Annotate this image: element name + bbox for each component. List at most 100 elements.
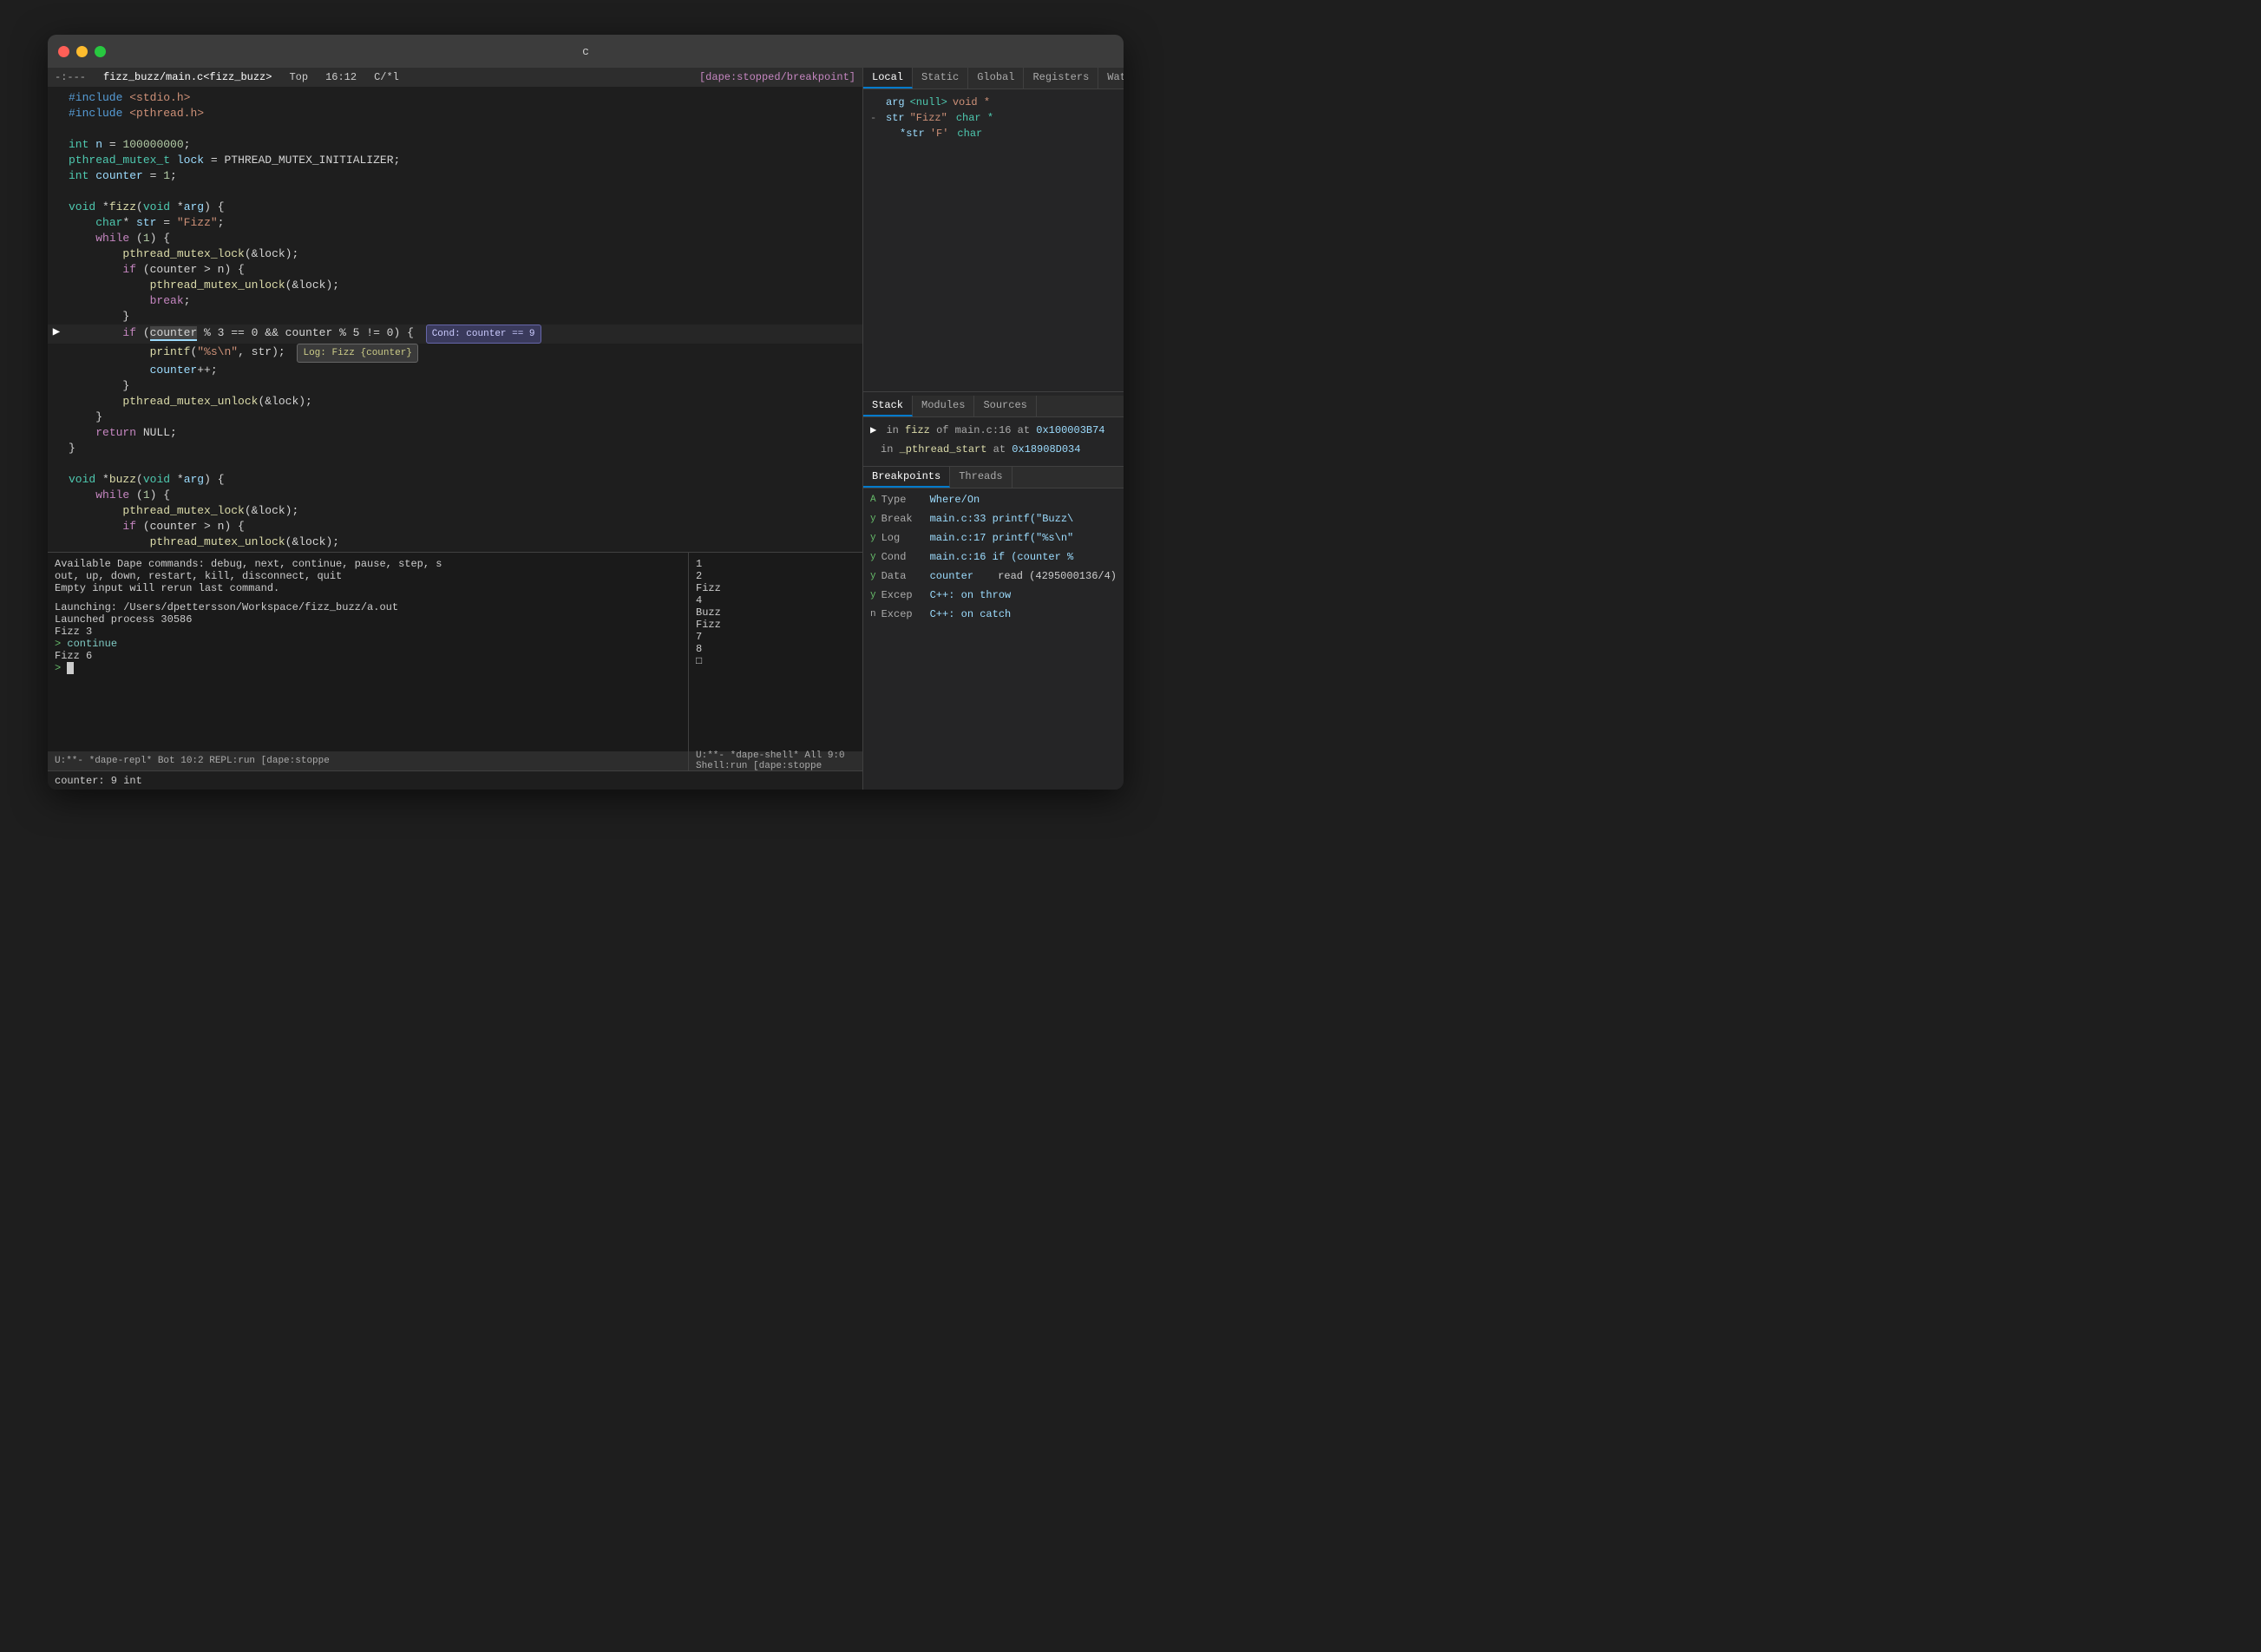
bp-row-break[interactable]: y Break main.c:33 printf("Buzz\: [863, 509, 1124, 528]
var-str-val: "Fizz": [910, 110, 947, 126]
counter-info: counter: 9 int: [55, 775, 142, 787]
code-line-19: }: [48, 378, 862, 394]
term-status-left-text: U:**- *dape-repl* Bot 10:2 REPL:run [dap…: [55, 756, 330, 766]
code-line-29: pthread_mutex_unlock(&lock);: [48, 534, 862, 550]
code-line-28: if (counter > n) {: [48, 519, 862, 534]
bottom-statusbars: U:**- *dape-repl* Bot 10:2 REPL:run [dap…: [48, 751, 862, 770]
bp-row-excep-catch[interactable]: n Excep C++: on catch: [863, 605, 1124, 624]
frame-loc-1: at: [993, 443, 1013, 456]
bp-row-excep-throw[interactable]: y Excep C++: on throw: [863, 586, 1124, 605]
editor-status-pos: Top: [289, 71, 308, 83]
term-status-right-text: U:**- *dape-shell* All 9:0 Shell:run [da…: [696, 751, 855, 771]
line-content-13: pthread_mutex_unlock(&lock);: [65, 278, 862, 293]
var-str-deref-val: 'F': [930, 126, 949, 141]
code-line-27: pthread_mutex_lock(&lock);: [48, 503, 862, 519]
stack-frame-1: in _pthread_start at 0x18908D034: [863, 440, 1124, 459]
editor-status-linenum: 16:12: [325, 71, 357, 83]
bp-check-excep-throw: y: [870, 587, 876, 603]
terminal-line-3: Empty input will rerun last command.: [55, 582, 681, 594]
bp-type-log: Log: [881, 530, 925, 546]
bp-tab-bar[interactable]: Breakpoints Threads: [863, 467, 1124, 488]
variables-panel: Local Static Global Registers Watch arg …: [863, 68, 1124, 392]
code-line-21: }: [48, 410, 862, 425]
code-line-18: counter++;: [48, 363, 862, 378]
code-line-25: void *buzz(void *arg) {: [48, 472, 862, 488]
line-content-27: pthread_mutex_lock(&lock);: [65, 503, 862, 519]
breakpoints-panel: Breakpoints Threads A Type Where/On y Br…: [863, 467, 1124, 790]
bp-loc-data: read (4295000136/4): [998, 568, 1117, 584]
stack-tab-bar[interactable]: Stack Modules Sources: [863, 396, 1124, 417]
code-line-16: ▶ if (counter % 3 == 0 && counter % 5 !=…: [48, 324, 862, 344]
output-fizz2: Fizz: [696, 619, 855, 631]
bp-row-data[interactable]: y Data counter read (4295000136/4): [863, 567, 1124, 586]
bp-header: A Type Where/On: [863, 490, 1124, 509]
tab-sources[interactable]: Sources: [974, 396, 1036, 416]
var-arg-val: void *: [953, 95, 990, 110]
left-pane: -:--- fizz_buzz/main.c<fizz_buzz> Top 16…: [48, 68, 863, 790]
var-arg: arg <null> void *: [870, 95, 1117, 110]
var-str-deref-type: char: [957, 126, 982, 141]
var-str: - str "Fizz" char *: [870, 110, 1117, 126]
bp-row-log[interactable]: y Log main.c:17 printf("%s\n": [863, 528, 1124, 547]
bp-row-cond[interactable]: y Cond main.c:16 if (counter %: [863, 547, 1124, 567]
terminal-area: Available Dape commands: debug, next, co…: [48, 552, 862, 751]
tab-watch[interactable]: Watch: [1098, 68, 1124, 88]
close-button[interactable]: [58, 46, 69, 57]
tab-stack[interactable]: Stack: [863, 396, 913, 416]
code-editor[interactable]: #include <stdio.h> #include <pthread.h> …: [48, 87, 862, 552]
line-content-5: pthread_mutex_t lock = PTHREAD_MUTEX_INI…: [65, 153, 862, 168]
var-str-expand: -: [870, 110, 881, 126]
line-content-15: }: [65, 309, 862, 324]
line-content-10: while (1) {: [65, 231, 862, 246]
terminal-left[interactable]: Available Dape commands: debug, next, co…: [48, 553, 689, 751]
line-content-12: if (counter > n) {: [65, 262, 862, 278]
code-line-30: break;: [48, 550, 862, 552]
code-line-9: char* str = "Fizz";: [48, 215, 862, 231]
terminal-line-6: Fizz 3: [55, 626, 681, 638]
stack-frame-0: ▶ in fizz of main.c:16 at 0x100003B74: [863, 421, 1124, 440]
line-content-29: pthread_mutex_unlock(&lock);: [65, 534, 862, 550]
bp-where-excep-throw: C++: on throw: [930, 587, 1117, 603]
tab-breakpoints[interactable]: Breakpoints: [863, 467, 950, 488]
code-line-11: pthread_mutex_lock(&lock);: [48, 246, 862, 262]
titlebar: c: [48, 35, 1124, 68]
log-tooltip: Log: Fizz {counter}: [297, 344, 417, 363]
tab-local[interactable]: Local: [863, 68, 913, 88]
bp-check-data: y: [870, 568, 876, 584]
code-line-17: printf("%s\n", str); Log: Fizz {counter}: [48, 344, 862, 363]
output-4: 4: [696, 594, 855, 606]
maximize-button[interactable]: [95, 46, 106, 57]
terminal-line-9: >: [55, 662, 681, 674]
code-line-23: }: [48, 441, 862, 456]
tab-modules[interactable]: Modules: [913, 396, 974, 416]
tab-global[interactable]: Global: [968, 68, 1024, 88]
tab-threads[interactable]: Threads: [950, 467, 1012, 488]
line-content-30: break;: [65, 550, 862, 552]
line-content-25: void *buzz(void *arg) {: [65, 472, 862, 488]
line-content-6: int counter = 1;: [65, 168, 862, 184]
stack-frames: ▶ in fizz of main.c:16 at 0x100003B74 in…: [863, 417, 1124, 462]
output-buzz1: Buzz: [696, 606, 855, 619]
frame-in-0: in: [886, 424, 905, 436]
minimize-button[interactable]: [76, 46, 88, 57]
variables-tab-bar[interactable]: Local Static Global Registers Watch: [863, 68, 1124, 89]
code-line-8: void *fizz(void *arg) {: [48, 200, 862, 215]
bp-header-type: Type: [881, 492, 925, 508]
line-content-23: }: [65, 441, 862, 456]
line-content-17: printf("%s\n", str); Log: Fizz {counter}: [65, 344, 862, 363]
term-status-right: U:**- *dape-shell* All 9:0 Shell:run [da…: [689, 751, 862, 770]
window-controls[interactable]: [58, 46, 106, 57]
code-line-13: pthread_mutex_unlock(&lock);: [48, 278, 862, 293]
line-content-28: if (counter > n) {: [65, 519, 862, 534]
code-line-15: }: [48, 309, 862, 324]
stack-panel: Stack Modules Sources ▶ in fizz of main.…: [863, 392, 1124, 467]
line-content-9: char* str = "Fizz";: [65, 215, 862, 231]
line-indicator-16: ▶: [48, 324, 65, 340]
editor-status-file2: fizz_buzz/main.c<fizz_buzz>: [103, 71, 272, 83]
code-line-20: pthread_mutex_unlock(&lock);: [48, 394, 862, 410]
terminal-right: 1 2 Fizz 4 Buzz Fizz 7 8 □: [689, 553, 862, 751]
tab-static[interactable]: Static: [913, 68, 968, 88]
code-line-4: int n = 100000000;: [48, 137, 862, 153]
tab-registers[interactable]: Registers: [1024, 68, 1098, 88]
line-content-7: [65, 184, 862, 200]
